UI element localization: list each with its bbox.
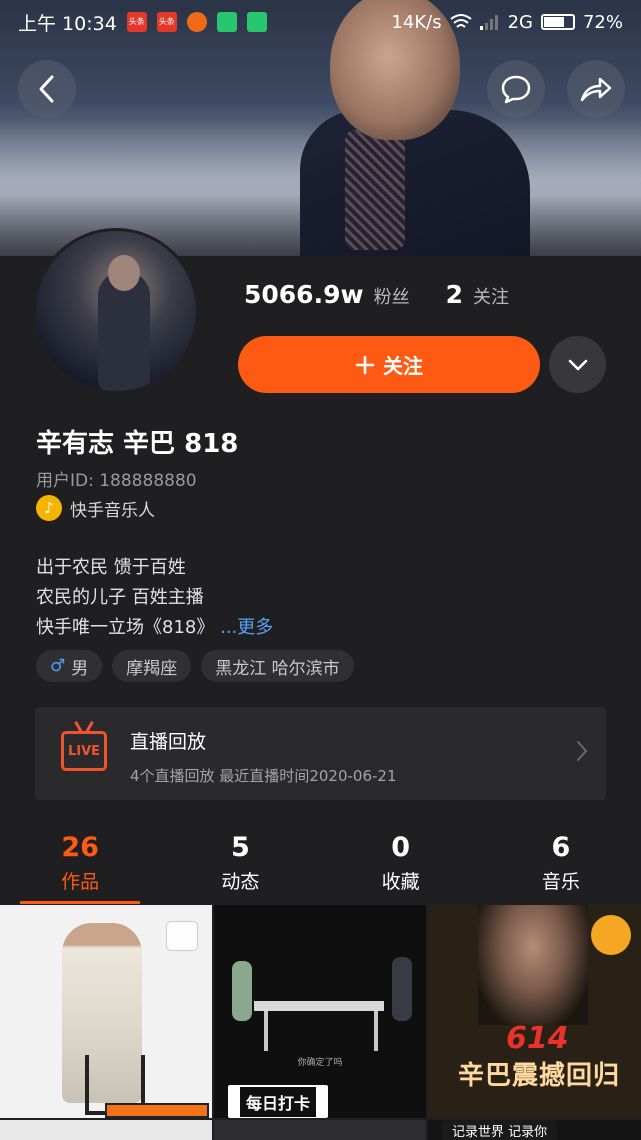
chat-bubble-icon <box>501 75 531 104</box>
gender-tag: ♂ 男 <box>36 650 103 682</box>
network-speed: 14K/s <box>391 11 442 33</box>
tab-works[interactable]: 26 作品 <box>0 832 160 904</box>
avatar-figure-head <box>108 255 140 291</box>
tab-label: 动态 <box>221 871 260 893</box>
fans-count[interactable]: 5066.9w <box>244 280 364 309</box>
image-post-icon <box>166 921 198 951</box>
back-button[interactable] <box>18 60 76 118</box>
share-button[interactable] <box>567 60 625 118</box>
status-bar: 上午 10:34 头条 头条 14K/s 2G 72% <box>0 0 641 44</box>
promo-date: 614 <box>506 1021 569 1056</box>
notification-app-icon <box>186 12 207 32</box>
sim-app-icon <box>216 12 237 32</box>
works-grid: 你确定了吗 每日打卡 614 辛巴震撼回归 记录世界 记录你 <box>0 905 641 1140</box>
work-thumbnail[interactable] <box>214 1120 426 1140</box>
tab-moments[interactable]: 5 动态 <box>160 832 320 904</box>
chevron-right-icon <box>577 741 588 761</box>
thumbnail-portrait <box>478 905 588 1025</box>
user-id[interactable]: 用户ID: 188888880 <box>36 466 197 491</box>
thumbnail-slogan: 记录世界 记录你 <box>442 1120 558 1140</box>
network-type: 2G <box>507 11 533 33</box>
plus-icon <box>355 355 375 374</box>
promo-title: 辛巴震撼回归 <box>458 1061 621 1091</box>
following-label[interactable]: 关注 <box>473 283 509 309</box>
bio-more-link[interactable]: ...更多 <box>220 617 273 638</box>
profile-name: 辛有志 辛巴 818 <box>36 429 239 459</box>
bio: 出于农民 馈于百姓 农民的儿子 百姓主播 快手唯一立场《818》 ...更多 <box>36 553 273 643</box>
tab-label: 收藏 <box>381 871 420 893</box>
location-tag: 黑龙江 哈尔滨市 <box>201 650 354 682</box>
live-tv-icon: LIVE <box>61 731 107 771</box>
live-replay-title: 直播回放 <box>130 731 207 753</box>
bio-line: 农民的儿子 百姓主播 <box>36 587 204 608</box>
tab-favorites[interactable]: 0 收藏 <box>321 832 481 904</box>
thumbnail-caption-strip <box>105 1103 209 1118</box>
male-icon: ♂ <box>50 656 66 676</box>
wifi-icon <box>449 14 472 28</box>
thumbnail-table-leg <box>264 1011 268 1051</box>
work-thumbnail[interactable]: 你确定了吗 每日打卡 <box>214 905 426 1118</box>
zodiac-label: 摩羯座 <box>126 658 178 679</box>
thumbnail-caption: 你确定了吗 <box>297 1058 343 1068</box>
status-time: 上午 10:34 <box>18 12 117 35</box>
work-thumbnail[interactable] <box>0 1120 212 1140</box>
tab-music[interactable]: 6 音乐 <box>481 832 641 904</box>
gender-label: 男 <box>71 658 89 679</box>
follow-button[interactable]: 关注 <box>238 336 540 393</box>
thumbnail-person <box>392 957 412 1021</box>
battery-icon <box>540 14 575 30</box>
work-thumbnail[interactable]: 记录世界 记录你 <box>428 1120 641 1140</box>
follow-button-label: 关注 <box>383 354 423 378</box>
tab-count: 26 <box>61 832 99 863</box>
thumbnail-table <box>254 1001 384 1011</box>
signal-icon <box>479 15 498 30</box>
cover-jacket-detail <box>345 130 405 250</box>
tab-count: 0 <box>391 832 411 863</box>
music-note-icon: ♪ <box>36 495 62 521</box>
content-tabs: 26 作品 5 动态 0 收藏 6 音乐 <box>0 832 641 904</box>
avatar[interactable] <box>33 228 199 394</box>
tab-label: 音乐 <box>541 871 580 893</box>
tiger-mascot-icon <box>591 915 631 955</box>
recommend-dropdown-button[interactable] <box>549 336 606 393</box>
chevron-left-icon <box>39 75 54 103</box>
bio-line: 快手唯一立场《818》 <box>36 617 215 638</box>
work-thumbnail[interactable]: 614 辛巴震撼回归 <box>428 905 641 1118</box>
toutiao-app-icon-2: 头条 <box>156 12 177 32</box>
tab-label: 作品 <box>61 871 100 893</box>
work-thumbnail[interactable] <box>0 905 212 1118</box>
zodiac-tag: 摩羯座 <box>112 650 192 682</box>
tab-count: 6 <box>551 832 571 863</box>
share-arrow-icon <box>580 77 612 102</box>
battery-percent: 72% <box>582 11 623 33</box>
profile-stats: 5066.9w 粉丝 2 关注 <box>244 280 509 309</box>
live-replay-card[interactable]: LIVE 直播回放 4个直播回放 最近直播时间2020-06-21 <box>35 707 606 800</box>
profile-tags: ♂ 男 摩羯座 黑龙江 哈尔滨市 <box>36 650 354 682</box>
bio-line: 出于农民 馈于百姓 <box>36 557 186 578</box>
musician-badge-label: 快手音乐人 <box>70 500 155 521</box>
sim-app-icon-2 <box>246 12 267 32</box>
live-icon-text: LIVE <box>67 743 101 759</box>
thumbnail-person <box>232 961 252 1021</box>
following-count[interactable]: 2 <box>446 280 463 309</box>
fans-label[interactable]: 粉丝 <box>374 283 410 309</box>
tab-count: 5 <box>230 832 250 863</box>
chevron-down-icon <box>568 359 587 370</box>
daily-checkin-label: 每日打卡 <box>240 1086 317 1117</box>
location-label: 黑龙江 哈尔滨市 <box>215 658 340 679</box>
live-replay-subtitle: 4个直播回放 最近直播时间2020-06-21 <box>130 767 397 785</box>
message-button[interactable] <box>487 60 545 118</box>
thumbnail-table-leg <box>374 1011 378 1051</box>
daily-checkin-tag: 每日打卡 <box>228 1085 329 1118</box>
toutiao-app-icon: 头条 <box>126 12 147 32</box>
musician-badge[interactable]: ♪ 快手音乐人 <box>36 495 155 521</box>
